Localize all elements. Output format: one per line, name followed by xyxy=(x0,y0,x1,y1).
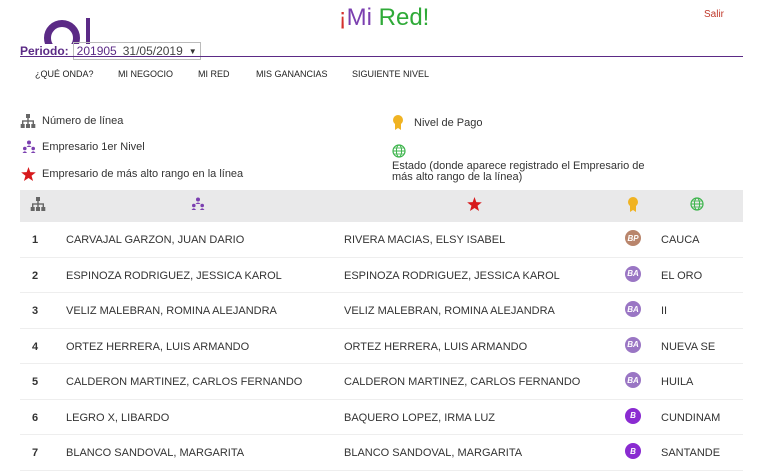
table-body: 1 CARVAJAL GARZON, JUAN DARIO RIVERA MACIA… xyxy=(20,222,743,471)
pay-level-badge: BA xyxy=(625,372,641,388)
network-table: 1 CARVAJAL GARZON, JUAN DARIO RIVERA MACIA… xyxy=(20,190,743,471)
nav-mi-negocio[interactable]: MI NEGOCIO xyxy=(118,69,173,79)
pay-level-badge: BA xyxy=(625,336,641,353)
legend-highest-rank: Empresario de más alto rango en la línea xyxy=(21,167,243,181)
globe-icon xyxy=(392,144,406,158)
pay-level-badge: BA xyxy=(625,301,641,317)
state-cell: CUNDINAM xyxy=(661,411,721,424)
header-network-icon xyxy=(30,197,46,216)
legend-highest-rank-text: Empresario de más alto rango en la línea xyxy=(42,168,244,180)
nav-mis-ganancias[interactable]: MIS GANANCIAS xyxy=(256,69,328,79)
state-cell: SANTANDE xyxy=(661,447,721,459)
page-title: ¡Mi Red! xyxy=(0,4,768,32)
header-globe-icon xyxy=(690,197,704,216)
title-close-mark: ! xyxy=(422,4,430,31)
title-open-mark: ¡ xyxy=(338,4,347,31)
table-row[interactable]: 4 ORTEZ HERRERA, LUIS ARMANDO ORTEZ HERRER… xyxy=(20,329,743,364)
table-row[interactable]: 2 ESPINOZA RODRIGUEZ, JESSICA KAROL ESPINO… xyxy=(20,258,743,293)
first-level-cell: VELIZ MALEBRAN, ROMINA ALEJANDRA xyxy=(66,305,277,317)
highest-rank-cell: BLANCO SANDOVAL, MARGARITA xyxy=(344,447,523,459)
star-icon xyxy=(21,167,36,181)
nav-mi-red[interactable]: MI RED xyxy=(198,69,230,79)
legend-first-level-text: Empresario 1er Nivel xyxy=(42,141,145,153)
first-level-cell: ORTEZ HERRERA, LUIS ARMANDO xyxy=(66,340,250,353)
legend-pay-level-text: Nivel de Pago xyxy=(414,116,483,129)
line-number-cell: 2 xyxy=(32,269,39,282)
pay-level-badge: BP xyxy=(625,230,641,246)
first-level-cell: LEGRO X, LIBARDO xyxy=(66,411,170,424)
legend-line-number: Número de línea xyxy=(20,114,123,128)
pay-level-badge: BA xyxy=(625,265,641,282)
highest-rank-cell: CALDERON MARTINEZ, CARLOS FERNANDO xyxy=(344,376,581,388)
table-row[interactable]: 5 CALDERON MARTINEZ, CARLOS FERNANDO CALDE… xyxy=(20,364,743,400)
nav-que-onda[interactable]: ¿QUÉ ONDA? xyxy=(35,69,94,79)
chevron-down-icon: ▼ xyxy=(188,46,197,56)
table-row[interactable]: 3 VELIZ MALEBRAN, ROMINA ALEJANDRA VELIZ M… xyxy=(20,293,743,329)
period-selector: Periodo: 201905 31/05/2019 ▼ xyxy=(20,42,201,60)
legend-first-level: Empresario 1er Nivel xyxy=(22,140,145,154)
line-number-cell: 3 xyxy=(32,305,39,317)
table-row[interactable]: 1 CARVAJAL GARZON, JUAN DARIO RIVERA MACIA… xyxy=(20,222,743,258)
header-people-group-icon xyxy=(191,197,205,216)
highest-rank-cell: RIVERA MACIAS, ELSY ISABEL xyxy=(344,234,506,246)
header-divider xyxy=(20,56,743,57)
first-level-cell: CARVAJAL GARZON, JUAN DARIO xyxy=(66,234,245,246)
first-level-cell: ESPINOZA RODRIGUEZ, JESSICA KAROL xyxy=(66,269,282,282)
highest-rank-cell: ORTEZ HERRERA, LUIS ARMANDO xyxy=(344,340,528,353)
network-icon xyxy=(20,114,36,128)
state-cell: II xyxy=(661,305,668,317)
state-cell: NUEVA SE xyxy=(661,340,716,353)
pay-level-badge: B xyxy=(625,443,641,459)
period-dropdown[interactable]: 201905 31/05/2019 ▼ xyxy=(72,42,201,60)
title-mi: Mi xyxy=(346,4,379,31)
legend-line-number-text: Número de línea xyxy=(42,115,124,127)
line-number-cell: 4 xyxy=(32,340,39,353)
line-number-cell: 5 xyxy=(32,376,39,388)
pay-level-badge: B xyxy=(625,407,641,424)
legend-pay-level: Nivel de Pago xyxy=(392,115,483,130)
medal-icon xyxy=(393,115,403,130)
highest-rank-cell: ESPINOZA RODRIGUEZ, JESSICA KAROL xyxy=(344,269,560,282)
first-level-cell: CALDERON MARTINEZ, CARLOS FERNANDO xyxy=(66,376,303,388)
table-header xyxy=(20,190,743,222)
table-row[interactable]: 7 BLANCO SANDOVAL, MARGARITA BLANCO SANDOV… xyxy=(20,435,743,471)
line-number-cell: 6 xyxy=(32,411,39,424)
legend-state: Estado (donde aparece registrado el Empr… xyxy=(392,144,662,183)
table-row[interactable]: 6 LEGRO X, LIBARDO BAQUERO LOPEZ, IRMA LUZ… xyxy=(20,400,743,435)
first-level-cell: BLANCO SANDOVAL, MARGARITA xyxy=(66,447,245,459)
logout-link[interactable]: Salir xyxy=(704,9,724,20)
state-cell: EL ORO xyxy=(661,269,703,282)
legend-state-text: Estado (donde aparece registrado el Empr… xyxy=(392,160,645,183)
highest-rank-cell: VELIZ MALEBRAN, ROMINA ALEJANDRA xyxy=(344,305,555,317)
people-group-icon xyxy=(22,140,36,153)
header-star-icon xyxy=(467,197,482,216)
title-red: Red xyxy=(378,4,423,31)
line-number-cell: 7 xyxy=(32,447,39,459)
highest-rank-cell: BAQUERO LOPEZ, IRMA LUZ xyxy=(344,411,495,424)
header-medal-icon xyxy=(627,197,639,217)
state-cell: HUILA xyxy=(661,376,694,388)
line-number-cell: 1 xyxy=(32,234,39,246)
nav-siguiente-nivel[interactable]: SIGUIENTE NIVEL xyxy=(352,69,429,79)
state-cell: CAUCA xyxy=(661,234,700,246)
